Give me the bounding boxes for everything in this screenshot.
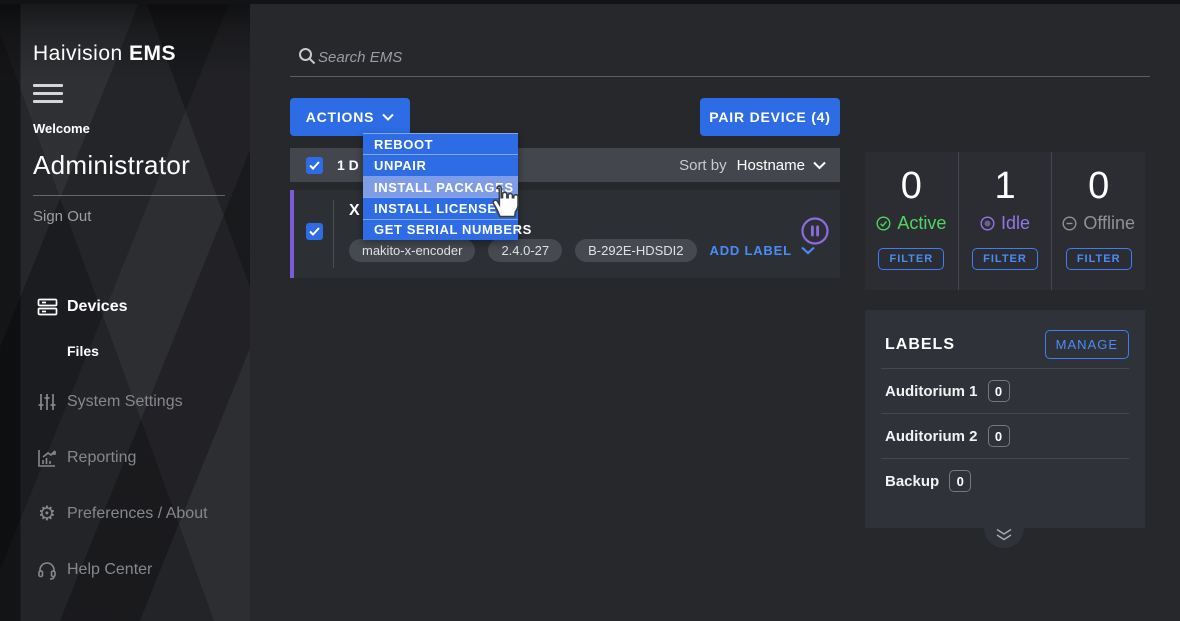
sidebar-item-system-settings[interactable]: System Settings — [0, 385, 250, 419]
offline-label: Offline — [1083, 213, 1135, 234]
sidebar-item-label: Reporting — [67, 449, 136, 467]
sidebar-item-label: Devices — [67, 298, 128, 316]
device-checkbox[interactable] — [306, 223, 323, 240]
active-label-row: Active — [876, 213, 946, 234]
menu-item-get-serial-numbers[interactable]: GET SERIAL NUMBERS — [363, 219, 518, 240]
label-count-badge: 0 — [949, 470, 971, 492]
pair-device-button[interactable]: PAIR DEVICE (4) — [700, 98, 840, 136]
sort-value: Hostname — [737, 157, 805, 174]
device-hostname: X — [349, 202, 360, 220]
labels-list: Auditorium 1 0 Auditorium 2 0 Backup 0 — [881, 368, 1129, 503]
sort-by-label: Sort by — [679, 157, 727, 174]
offline-status-icon — [1062, 216, 1077, 231]
sidebar-item-help-center[interactable]: Help Center — [0, 553, 250, 587]
user-name: Administrator — [33, 150, 190, 181]
filter-offline-button[interactable]: FILTER — [1066, 248, 1132, 270]
label-name: Auditorium 1 — [885, 383, 978, 400]
offline-count: 0 — [1088, 164, 1109, 208]
menu-item-unpair[interactable]: UNPAIR — [363, 154, 518, 175]
label-name: Auditorium 2 — [885, 428, 978, 445]
welcome-label: Welcome — [33, 121, 90, 136]
labels-title: LABELS — [885, 336, 955, 354]
idle-label-row: Idle — [980, 213, 1030, 234]
actions-button-label: ACTIONS — [306, 109, 375, 125]
sidebar-divider — [33, 195, 225, 196]
device-tag: B-292E-HDSDI2 — [575, 239, 696, 262]
haivision-ems-app: Haivision EMS Welcome Administrator Sign… — [0, 0, 1180, 621]
labels-panel: LABELS MANAGE Auditorium 1 0 Auditorium … — [865, 310, 1145, 528]
sidebar-item-label: Help Center — [67, 561, 152, 579]
sidebar-item-label: System Settings — [67, 393, 183, 411]
actions-dropdown-menu: REBOOT UNPAIR INSTALL PACKAGES INSTALL L… — [363, 133, 518, 240]
menu-item-install-packages[interactable]: INSTALL PACKAGES — [363, 176, 518, 197]
sign-out-link[interactable]: Sign Out — [33, 208, 91, 225]
sidebar-item-label: Preferences / About — [67, 505, 208, 523]
device-status-summary: 0 Active FILTER 1 Idle FILTER 0 — [865, 152, 1145, 290]
search-bar — [290, 44, 1150, 77]
label-count-badge: 0 — [988, 380, 1010, 402]
device-tag: 2.4.0-27 — [488, 239, 562, 262]
actions-button[interactable]: ACTIONS — [290, 98, 410, 136]
add-label-text: ADD LABEL — [710, 243, 792, 258]
idle-label: Idle — [1001, 213, 1030, 234]
chart-icon — [36, 447, 58, 469]
filter-idle-button[interactable]: FILTER — [972, 248, 1038, 270]
sort-dropdown[interactable]: Hostname — [737, 157, 826, 174]
label-row-backup[interactable]: Backup 0 — [881, 458, 1129, 503]
chevron-down-icon — [382, 113, 394, 121]
menu-item-reboot[interactable]: REBOOT — [363, 133, 518, 154]
check-icon — [309, 161, 320, 170]
offline-label-row: Offline — [1062, 213, 1135, 234]
selected-count-label: 1 D — [337, 157, 359, 173]
sidebar-item-files[interactable]: Files — [0, 334, 250, 368]
label-name: Backup — [885, 473, 939, 490]
hamburger-menu-icon[interactable] — [33, 84, 63, 104]
idle-count: 1 — [994, 164, 1015, 208]
label-row-auditorium-2[interactable]: Auditorium 2 0 — [881, 413, 1129, 458]
check-icon — [309, 227, 320, 236]
idle-status-icon — [980, 216, 995, 231]
sidebar-item-reporting[interactable]: Reporting — [0, 441, 250, 475]
sidebar-item-devices[interactable]: Devices — [0, 290, 250, 324]
pause-icon[interactable] — [800, 216, 830, 246]
select-all-checkbox[interactable] — [306, 157, 323, 174]
device-tag: makito-x-encoder — [349, 239, 475, 262]
headset-icon — [36, 559, 58, 581]
device-status-stripe — [290, 190, 294, 278]
search-input[interactable] — [318, 44, 1118, 70]
chevron-down-icon — [813, 161, 826, 170]
active-count: 0 — [901, 164, 922, 208]
sidebar-item-label: Files — [67, 343, 99, 359]
app-logo: Haivision EMS — [33, 42, 176, 66]
sidebar: Haivision EMS Welcome Administrator Sign… — [0, 0, 250, 621]
label-count-badge: 0 — [988, 425, 1010, 447]
filter-active-button[interactable]: FILTER — [878, 248, 944, 270]
stat-idle: 1 Idle FILTER — [958, 152, 1052, 290]
chevron-down-icon — [801, 246, 815, 255]
gear-icon: ⚙ — [36, 503, 58, 525]
stat-active: 0 Active FILTER — [865, 152, 958, 290]
search-icon — [298, 47, 316, 70]
devices-icon — [36, 296, 58, 318]
active-label: Active — [897, 213, 946, 234]
stat-offline: 0 Offline FILTER — [1051, 152, 1145, 290]
active-status-icon — [876, 216, 891, 231]
menu-item-install-licenses[interactable]: INSTALL LICENSES — [363, 197, 518, 218]
label-row-auditorium-1[interactable]: Auditorium 1 0 — [881, 368, 1129, 413]
sidebar-item-preferences-about[interactable]: ⚙ Preferences / About — [0, 497, 250, 531]
pair-device-button-label: PAIR DEVICE (4) — [709, 109, 830, 125]
double-chevron-down-icon — [993, 528, 1015, 542]
device-tags: makito-x-encoder 2.4.0-27 B-292E-HDSDI2 … — [349, 239, 815, 262]
manage-labels-button[interactable]: MANAGE — [1045, 330, 1129, 359]
device-divider — [333, 200, 334, 268]
sliders-icon — [36, 391, 58, 413]
